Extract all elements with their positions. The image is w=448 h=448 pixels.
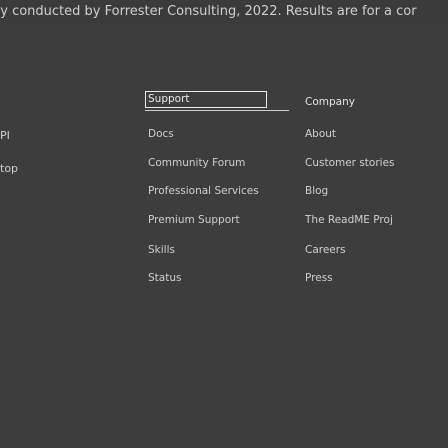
link-docs[interactable]: Docs	[148, 128, 174, 140]
page: dy conducted by Forrester Consulting, 20…	[0, 0, 448, 448]
support-heading[interactable]: Support	[145, 91, 267, 108]
link-press[interactable]: Press	[305, 272, 333, 284]
link-status[interactable]: Status	[148, 272, 181, 284]
link-community-forum[interactable]: Community Forum	[148, 157, 245, 169]
link-professional-services[interactable]: Professional Services	[148, 185, 259, 197]
banner: dy conducted by Forrester Consulting, 20…	[0, 0, 448, 24]
company-heading[interactable]: Company	[305, 96, 355, 108]
link-readme-project[interactable]: The ReadME Proj	[305, 214, 393, 226]
support-heading-label: Support	[148, 93, 190, 105]
left-column-fragment: PI top	[0, 0, 60, 448]
support-heading-underline	[145, 110, 289, 111]
link-about[interactable]: About	[305, 128, 336, 140]
left-item[interactable]: top	[0, 162, 18, 175]
left-item[interactable]: PI	[0, 129, 10, 142]
link-careers[interactable]: Careers	[305, 244, 346, 256]
banner-text: dy conducted by Forrester Consulting, 20…	[0, 4, 417, 19]
link-blog[interactable]: Blog	[305, 185, 328, 197]
link-customer-stories[interactable]: Customer stories	[305, 157, 395, 169]
link-skills[interactable]: Skills	[148, 244, 175, 256]
link-premium-support[interactable]: Premium Support	[148, 214, 240, 226]
